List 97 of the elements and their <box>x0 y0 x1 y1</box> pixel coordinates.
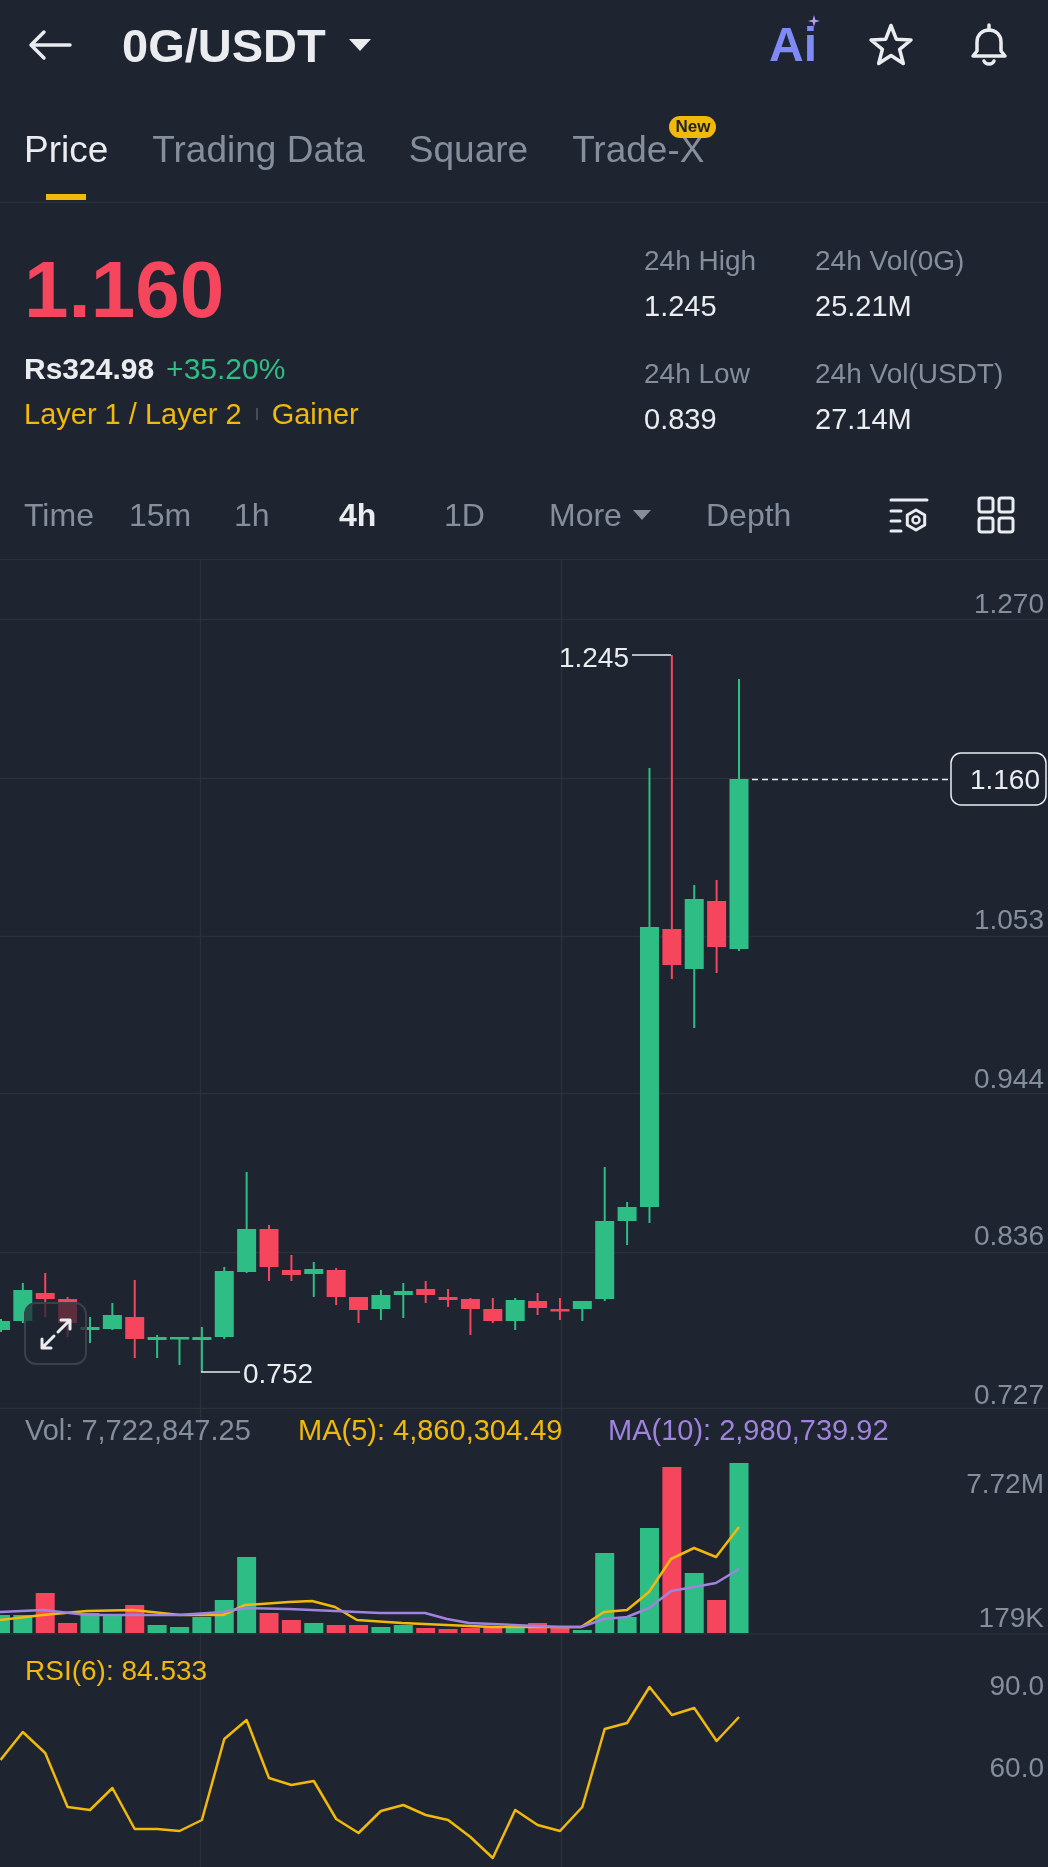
candle <box>393 1282 413 1319</box>
low-price-label: 0.752 <box>243 1358 314 1389</box>
back-icon[interactable] <box>28 29 72 61</box>
stat-value: 27.14M <box>815 402 913 437</box>
tag-link[interactable]: Gainer <box>271 394 359 434</box>
axis-label: 179K <box>978 1602 1044 1633</box>
candle <box>572 1300 592 1322</box>
chart-tab[interactable]: 15m <box>129 492 234 537</box>
volume-bar <box>170 1627 189 1633</box>
candle <box>304 1261 324 1298</box>
volume-bar <box>483 1628 503 1633</box>
candle <box>460 1297 480 1336</box>
stat-value: 0.839 <box>644 402 718 437</box>
volume-bar <box>438 1629 458 1633</box>
volume-bar <box>281 1620 301 1633</box>
tab[interactable]: Trading Data <box>152 125 365 175</box>
candle <box>170 1336 189 1366</box>
axis-label: 0.727 <box>973 1378 1044 1409</box>
candle <box>550 1297 570 1321</box>
candle <box>617 1201 637 1246</box>
volume-bar <box>259 1613 279 1633</box>
indicator-settings-icon[interactable] <box>889 496 929 533</box>
dropdown-button[interactable]: More <box>549 492 706 537</box>
volume-bar <box>460 1628 480 1633</box>
candle <box>102 1302 122 1331</box>
new-badge: New <box>669 116 717 138</box>
volume-bar <box>707 1600 727 1633</box>
stat-label: 24h Vol(0G) <box>815 244 966 278</box>
axis-label: 90.0 <box>989 1670 1044 1701</box>
stat-value: 25.21M <box>815 289 913 324</box>
stat-label: 24h High <box>644 244 758 278</box>
candle <box>192 1326 212 1373</box>
local-currency-price: Rs324.98 <box>24 351 155 387</box>
tag-link[interactable]: Layer 1 / Layer 2 <box>24 394 242 434</box>
candle <box>416 1280 436 1304</box>
volume-bar <box>58 1623 78 1633</box>
indicator-title: RSI(6): 84.533 <box>25 1655 208 1686</box>
volume-bar <box>304 1623 324 1633</box>
candle <box>147 1334 167 1359</box>
candle <box>371 1289 391 1321</box>
tab[interactable]: Price <box>24 125 109 200</box>
last-price: 1.160 <box>24 245 226 335</box>
sparkle-icon <box>808 15 820 27</box>
candle <box>505 1297 525 1331</box>
leader-line <box>631 654 672 656</box>
ai-assistant-label[interactable]: Ai <box>769 21 817 69</box>
volume-bar <box>684 1573 704 1633</box>
volume-bar <box>349 1625 369 1633</box>
volume-bar <box>326 1625 346 1633</box>
chart-tab[interactable]: Depth <box>706 492 811 537</box>
volume-bar <box>0 1615 10 1633</box>
expand-icon <box>38 1316 73 1351</box>
stat-label: 24h Low <box>644 357 751 391</box>
candle <box>528 1292 548 1316</box>
volume-bar <box>550 1628 570 1633</box>
indicator-reading: MA(10): 2,980,739.92 <box>608 1414 889 1446</box>
leader-line <box>200 1371 241 1373</box>
volume-bar <box>192 1617 212 1633</box>
volume-bar <box>617 1617 637 1633</box>
candle <box>438 1288 458 1308</box>
candle <box>281 1254 301 1282</box>
axis-label: 1.270 <box>973 588 1044 619</box>
axis-label: 7.72M <box>966 1468 1044 1499</box>
chart-tab[interactable]: 1h <box>234 492 339 537</box>
chart-tab[interactable]: Time <box>24 492 129 537</box>
volume-bar <box>416 1628 436 1633</box>
stat-value: 1.245 <box>644 289 718 324</box>
grid-layout-icon[interactable] <box>977 495 1015 534</box>
caret-icon[interactable] <box>347 38 372 52</box>
caret-icon <box>631 508 652 521</box>
candle <box>326 1267 346 1306</box>
price-change: +35.20% <box>166 351 286 387</box>
axis-label: 0.836 <box>973 1219 1044 1251</box>
tab[interactable]: Square <box>408 125 529 175</box>
volume-bar <box>572 1630 592 1633</box>
candle <box>0 1318 10 1333</box>
volume-bar <box>505 1628 525 1633</box>
volume-bar <box>393 1625 413 1633</box>
axis-label: 1.053 <box>973 903 1044 935</box>
indicator-reading: Vol: 7,722,847.25 <box>25 1414 251 1446</box>
axis-label: 60.0 <box>989 1752 1044 1783</box>
candle <box>349 1296 369 1324</box>
stat-label: 24h Vol(USDT) <box>815 357 1005 391</box>
candle <box>483 1297 503 1324</box>
star-icon[interactable] <box>867 22 915 68</box>
volume-bar <box>528 1623 548 1633</box>
axis-label: 0.944 <box>973 1062 1044 1094</box>
expand-button[interactable] <box>24 1302 87 1365</box>
candle <box>259 1224 279 1282</box>
indicator-reading: MA(5): 4,860,304.49 <box>298 1414 563 1446</box>
chart-tab[interactable]: 1D <box>444 492 549 537</box>
current-price-tag: 1.160 <box>950 752 1047 806</box>
volume-bar <box>147 1625 167 1633</box>
high-price-label: 1.245 <box>558 642 629 673</box>
chart-tab[interactable]: 4h <box>339 492 444 537</box>
volume-bar <box>371 1627 391 1633</box>
pair-title[interactable]: 0G/USDT <box>122 21 326 69</box>
